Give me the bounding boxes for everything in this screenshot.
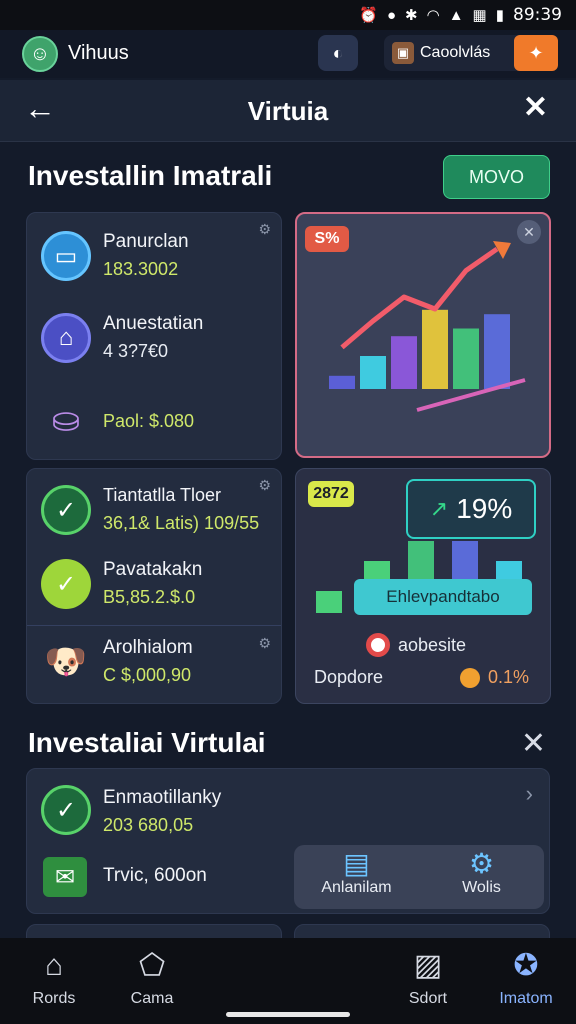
row-label: Arolhialom — [103, 637, 193, 658]
close-icon[interactable]: ✕ — [521, 726, 546, 761]
accounts-card: ⚙ ✓ Tiantatlla Tloer 36,1& Latis) 109/55… — [26, 468, 282, 704]
row-label: Trvic, 600on — [103, 865, 207, 886]
row-value: Paol: $.080 — [103, 411, 195, 431]
legend-label: 0.1% — [488, 667, 530, 687]
list-item[interactable]: ✓ Pavatakakn B5,85.2.$.0 — [27, 557, 281, 617]
list-item[interactable]: 🐶 Arolhialom C $,000,90 — [27, 633, 281, 693]
chart-bar — [484, 314, 510, 389]
chat-icon: ◐ — [332, 42, 344, 63]
percent-box: ↗ 19% — [406, 479, 536, 539]
row-value: B5,85.2.$.0 — [103, 587, 196, 607]
battery-icon: ▮ — [495, 7, 504, 24]
network-icon: ▦ — [472, 7, 487, 24]
nav-bar: ← Virtuia ✕ — [0, 80, 576, 142]
action-button[interactable]: ▤ Anlanilam — [294, 845, 419, 909]
envelope-icon: ✉ — [43, 857, 87, 897]
list-item[interactable]: ⌂ Anuestatian 4 3?7€0 — [27, 311, 281, 381]
pentagon-icon: ⬠ — [138, 949, 166, 982]
action-button[interactable]: ⚙ Wolis — [419, 845, 544, 909]
row-label: Tiantatlla Tloer — [103, 485, 222, 505]
percent-value: 19% — [456, 493, 513, 524]
legend-label: Dopdore — [314, 667, 384, 687]
row-label: Pavatakakn — [103, 559, 203, 580]
list-item[interactable]: ✓ Tiantatlla Tloer 36,1& Latis) 109/55 — [27, 483, 281, 543]
gear-icon: ⚙ — [468, 848, 495, 879]
user-name: Vihuus — [68, 42, 129, 64]
bar-chart — [329, 241, 526, 412]
section-title-investments: Investallin Imatrali — [28, 160, 273, 191]
action-label: Wolis — [462, 879, 501, 896]
action-panel: ▤ Anlanilam ⚙ Wolis — [294, 845, 544, 909]
row-value: 203 680,05 — [103, 815, 194, 835]
status-bar: ⏰ ● ✱ ◠ ▲ ▦ ▮ 89:39 — [0, 0, 576, 30]
chat-button[interactable]: ◐ — [318, 35, 358, 71]
red-dot-icon — [366, 633, 390, 657]
app-header: ☺ Vihuus ◐ ▣ Caoolvlás ✦ — [0, 30, 576, 78]
check-circle-icon: ✓ — [41, 785, 91, 835]
chart-bar — [329, 375, 355, 389]
row-value: 183.3002 — [103, 259, 179, 279]
section-title-virtual: Investaliai Virtulai — [28, 727, 266, 758]
close-icon[interactable]: ✕ — [523, 90, 548, 125]
movo-button[interactable]: MOVO — [443, 155, 550, 199]
row-label: Panurclan — [103, 231, 189, 252]
shop-chip[interactable]: ▣ Caoolvlás ✦ — [384, 35, 558, 71]
tab-imatom[interactable]: ✪ Imatom — [466, 948, 576, 1008]
list-item[interactable]: ▭ Panurclan 183.3002 — [27, 229, 281, 299]
building-icon: ▤ — [343, 848, 370, 879]
gift-icon[interactable]: ✦ — [514, 35, 558, 71]
tab-label: Rords — [32, 990, 76, 1007]
tab-cama[interactable]: ⬠ Cama — [92, 948, 212, 1008]
legend-item: aobesite — [366, 633, 466, 657]
legend-item: 0.1% — [460, 667, 529, 688]
tab-label: Cama — [130, 990, 174, 1007]
action-label: Anlanilam — [321, 879, 392, 896]
tab-label: Imatom — [499, 990, 553, 1007]
mini-bar — [316, 591, 342, 613]
row-value: 36,1& Latis) 109/55 — [103, 513, 260, 533]
divider — [27, 625, 281, 626]
check-circle-icon: ✓ — [41, 485, 91, 535]
check-circle-icon: ✓ — [41, 559, 91, 609]
wallet-icon: ▭ — [41, 231, 91, 281]
pot-icon: ⛀ — [51, 401, 81, 439]
legend-label: aobesite — [398, 634, 467, 655]
row-value: 4 3?7€0 — [103, 341, 169, 361]
tab-label: Sdort — [408, 990, 448, 1007]
growth-card[interactable]: 2872 ↗ 19% Ehlevpandtabo aobesite Dopdor… — [295, 468, 551, 704]
orange-dot-icon — [460, 667, 480, 688]
alarm-icon: ⏰ — [359, 7, 378, 24]
row-label: Anuestatian — [103, 313, 204, 334]
dog-icon: 🐶 — [44, 643, 88, 681]
row-label: Enmaotillanky — [103, 787, 222, 808]
chart-bar — [422, 309, 448, 389]
avatar[interactable]: ☺ — [22, 36, 58, 72]
chart-bar — [453, 328, 479, 389]
app-icon: ● — [386, 6, 397, 24]
signal-icon: ▲ — [448, 6, 464, 24]
list-item[interactable]: ⛀ Paol: $.080 — [27, 395, 281, 455]
info-pill[interactable]: Ehlevpandtabo — [354, 579, 532, 615]
home-indicator[interactable] — [226, 1012, 350, 1017]
shop-thumbnail-icon: ▣ — [392, 42, 414, 64]
summary-card: ⚙ ▭ Panurclan 183.3002 ⌂ Anuestatian 4 3… — [26, 212, 282, 460]
shop-label: Caoolvlás — [420, 44, 491, 61]
legend-item: Dopdore — [314, 667, 383, 688]
status-time: 89:39 — [513, 5, 562, 25]
chart-bar — [360, 356, 386, 389]
globe-icon: ✪ — [513, 949, 539, 982]
list-item[interactable]: ✓ Enmaotillanky 203 680,05 — [27, 783, 549, 843]
page-title: Virtuia — [247, 96, 329, 126]
wifi-icon: ◠ — [426, 7, 440, 24]
bank-icon: ⌂ — [41, 313, 91, 363]
trend-up-icon: ↗ — [429, 496, 449, 521]
chart-card[interactable]: S% ✕ — [295, 212, 551, 458]
bluetooth-icon: ✱ — [405, 7, 418, 24]
chart-bar — [391, 336, 417, 389]
row-value: C $,000,90 — [103, 665, 192, 685]
